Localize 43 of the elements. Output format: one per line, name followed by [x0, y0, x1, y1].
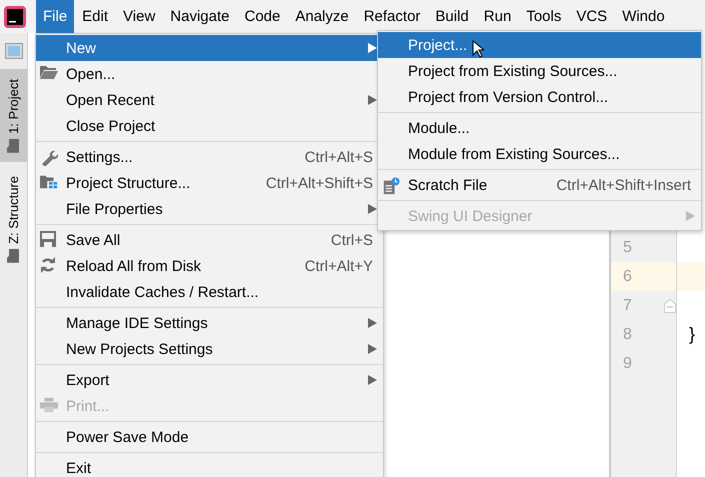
note-icon [382, 176, 400, 196]
folder-grid-icon [40, 174, 58, 190]
menu-item[interactable]: Module... [378, 115, 701, 141]
line-number: 5 [623, 238, 632, 256]
app-logo-icon[interactable] [4, 6, 26, 28]
tab-label: 1: Project [6, 79, 21, 134]
wrench-icon [40, 148, 58, 166]
menu-item[interactable]: Project... [378, 32, 701, 58]
printer-icon [40, 397, 58, 413]
menu-title[interactable]: Refactor [356, 0, 428, 33]
menu-title[interactable]: Windo [615, 0, 672, 33]
menu-item[interactable]: New Projects Settings [36, 336, 383, 362]
line-number: 7 [623, 296, 632, 314]
reload-icon [40, 257, 56, 273]
menu-title[interactable]: Build [428, 0, 476, 33]
menu-item[interactable]: Power Save Mode [36, 424, 383, 450]
menu-title[interactable]: File [36, 0, 74, 33]
line-number: 8 [623, 326, 632, 344]
menu-item[interactable]: Invalidate Caches / Restart... [36, 279, 383, 305]
code-text: } [689, 324, 696, 345]
menu-title[interactable]: VCS [569, 0, 614, 33]
menu-item[interactable]: Scratch File Ctrl+Alt+Shift+Insert [378, 172, 701, 198]
menu-title[interactable]: View [116, 0, 162, 33]
menu-item[interactable]: Exit [36, 455, 383, 477]
menu-item[interactable]: Settings... Ctrl+Alt+S [36, 144, 383, 170]
menu-title[interactable]: Analyze [288, 0, 356, 33]
tool-window-tab[interactable]: Z: Structure [0, 166, 27, 272]
menu-title[interactable]: Code [237, 0, 288, 33]
fold-marker-icon[interactable] [664, 298, 676, 312]
menu-title[interactable]: Edit [75, 0, 116, 33]
window-icon[interactable] [4, 43, 22, 59]
menu-title[interactable]: Navigate [163, 0, 236, 33]
mouse-cursor-icon [472, 40, 484, 58]
line-number: 6 [623, 268, 632, 286]
menu-item[interactable]: Export [36, 367, 383, 393]
menu-title[interactable]: Tools [519, 0, 568, 33]
tool-window-tab[interactable]: 1: Project [0, 69, 27, 162]
menu-item[interactable]: Manage IDE Settings [36, 310, 383, 336]
menu-title[interactable]: Run [476, 0, 518, 33]
tab-label: Z: Structure [6, 176, 21, 244]
menu-item[interactable]: Reload All from Disk Ctrl+Alt+Y [36, 253, 383, 279]
menu-item[interactable]: Save All Ctrl+S [36, 227, 383, 253]
line-number: 9 [623, 354, 632, 372]
